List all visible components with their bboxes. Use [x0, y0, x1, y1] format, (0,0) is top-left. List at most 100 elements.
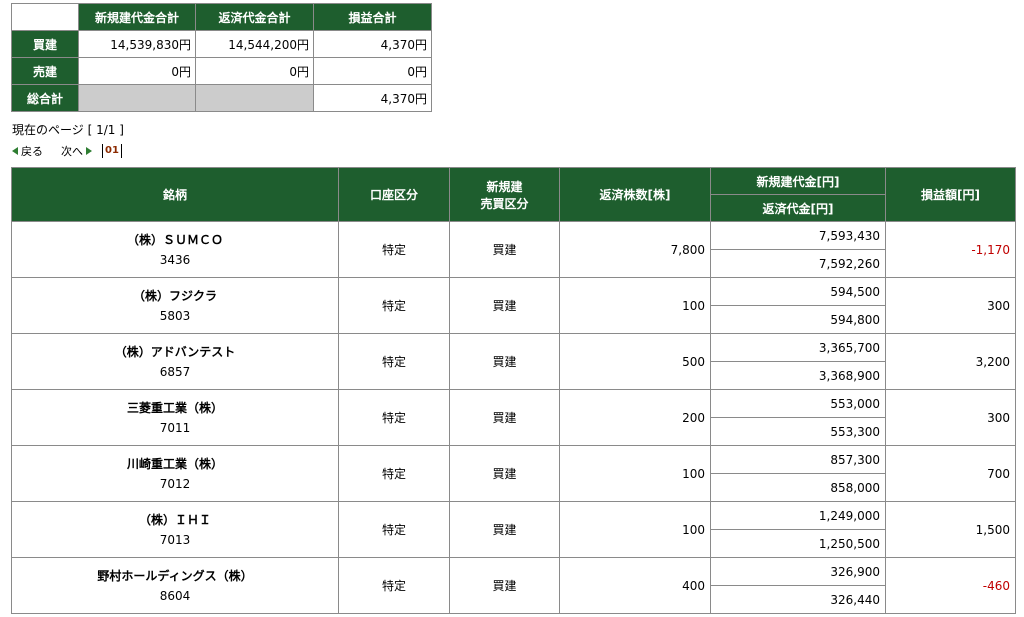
stock-code: 7011 — [159, 420, 191, 435]
table-row: （株）フジクラ 5803 特定 買建 100 594,500 300 — [11, 277, 1016, 334]
summary-new-total: 14,539,830円 — [78, 30, 196, 58]
account-type: 特定 — [338, 333, 450, 390]
profit-loss: -1,170 — [885, 221, 1016, 278]
new-amount: 553,000 — [710, 389, 886, 418]
repay-amount: 553,300 — [710, 417, 886, 446]
stock-name-cell: （株）ＳＵＭＣＯ 3436 — [11, 221, 339, 278]
repay-shares: 100 — [559, 277, 711, 334]
new-amount: 326,900 — [710, 557, 886, 586]
table-row: （株）ＩＨＩ 7013 特定 買建 100 1,249,000 1,500 — [11, 501, 1016, 558]
repay-shares: 400 — [559, 557, 711, 614]
summary-repay-total: 0円 — [195, 57, 314, 85]
trade-type: 買建 — [449, 557, 560, 614]
summary-header-repay-total: 返済代金合計 — [195, 3, 314, 31]
stock-name: （株）フジクラ — [132, 288, 217, 303]
account-type: 特定 — [338, 445, 450, 502]
summary-empty-cell — [195, 84, 314, 112]
header-account: 口座区分 — [338, 167, 450, 222]
summary-empty-cell — [78, 84, 196, 112]
header-repay-amount: 返済代金[円] — [710, 194, 886, 222]
pager: 戻る 次へ 01 — [12, 143, 122, 159]
stock-code: 7013 — [159, 532, 191, 547]
trade-type: 買建 — [449, 445, 560, 502]
profit-loss: 3,200 — [885, 333, 1016, 390]
account-type: 特定 — [338, 389, 450, 446]
back-link[interactable]: 戻る — [12, 143, 43, 159]
stock-name: 川崎重工業（株） — [126, 456, 223, 471]
trade-type: 買建 — [449, 501, 560, 558]
summary-pl-total: 0円 — [313, 57, 432, 85]
summary-new-total: 0円 — [78, 57, 196, 85]
repay-shares: 7,800 — [559, 221, 711, 278]
back-label: 戻る — [21, 145, 43, 158]
table-row: 野村ホールディングス（株） 8604 特定 買建 400 326,900 -460 — [11, 557, 1016, 614]
header-trade-type: 新規建 売買区分 — [449, 167, 560, 222]
trade-type: 買建 — [449, 333, 560, 390]
profit-loss: 1,500 — [885, 501, 1016, 558]
repay-shares: 100 — [559, 501, 711, 558]
detail-table: 銘柄 口座区分 新規建 売買区分 返済株数[株] 新規建代金[円] 損益額[円]… — [11, 167, 1016, 614]
repay-shares: 200 — [559, 389, 711, 446]
stock-name-cell: （株）アドバンテスト 6857 — [11, 333, 339, 390]
summary-pl-total: 4,370円 — [313, 30, 432, 58]
profit-loss: 300 — [885, 389, 1016, 446]
account-type: 特定 — [338, 557, 450, 614]
profit-loss: -460 — [885, 557, 1016, 614]
triangle-left-icon — [12, 147, 18, 155]
next-label: 次へ — [61, 145, 83, 158]
stock-name-cell: 川崎重工業（株） 7012 — [11, 445, 339, 502]
profit-loss: 700 — [885, 445, 1016, 502]
stock-name-cell: 三菱重工業（株） 7011 — [11, 389, 339, 446]
summary-row-label: 総合計 — [11, 84, 79, 112]
repay-amount: 594,800 — [710, 305, 886, 334]
stock-name: （株）アドバンテスト — [114, 344, 236, 359]
account-type: 特定 — [338, 277, 450, 334]
repay-amount: 326,440 — [710, 585, 886, 614]
profit-loss: 300 — [885, 277, 1016, 334]
trade-type: 買建 — [449, 221, 560, 278]
repay-amount: 3,368,900 — [710, 361, 886, 390]
stock-code: 5803 — [159, 308, 191, 323]
stock-name-cell: （株）ＩＨＩ 7013 — [11, 501, 339, 558]
header-trade-type-line1: 新規建 — [486, 179, 523, 194]
stock-name-cell: 野村ホールディングス（株） 8604 — [11, 557, 339, 614]
new-amount: 857,300 — [710, 445, 886, 474]
stock-name: 三菱重工業（株） — [126, 400, 223, 415]
table-row: 三菱重工業（株） 7011 特定 買建 200 553,000 300 — [11, 389, 1016, 446]
new-amount: 3,365,700 — [710, 333, 886, 362]
repay-shares: 100 — [559, 445, 711, 502]
table-row: （株）アドバンテスト 6857 特定 買建 500 3,365,700 3,200 — [11, 333, 1016, 390]
stock-code: 6857 — [159, 364, 191, 379]
header-trade-type-line2: 売買区分 — [480, 196, 529, 211]
page-info: 現在のページ [ 1/1 ] — [12, 123, 124, 137]
stock-code: 3436 — [159, 252, 191, 267]
summary-row-label: 売建 — [11, 57, 79, 85]
header-new-amount: 新規建代金[円] — [710, 167, 886, 195]
detail-body: （株）ＳＵＭＣＯ 3436 特定 買建 7,800 7,593,430 -1,170 7,59… — [11, 221, 1016, 614]
stock-code: 8604 — [159, 588, 191, 603]
stock-name: （株）ＩＨＩ — [138, 512, 211, 527]
summary-table: 新規建代金合計 返済代金合計 損益合計 買建 14,539,830円 14,54… — [11, 3, 432, 112]
summary-corner — [11, 3, 79, 31]
repay-amount: 7,592,260 — [710, 249, 886, 278]
stock-name: 野村ホールディングス（株） — [97, 568, 253, 583]
stock-name-cell: （株）フジクラ 5803 — [11, 277, 339, 334]
current-page[interactable]: 01 — [102, 144, 122, 158]
header-shares: 返済株数[株] — [559, 167, 711, 222]
summary-header-pl-total: 損益合計 — [313, 3, 432, 31]
stock-name: （株）ＳＵＭＣＯ — [126, 232, 223, 247]
summary-header-new-total: 新規建代金合計 — [78, 3, 196, 31]
repay-shares: 500 — [559, 333, 711, 390]
stock-code: 7012 — [159, 476, 191, 491]
account-type: 特定 — [338, 501, 450, 558]
trade-type: 買建 — [449, 389, 560, 446]
header-pl: 損益額[円] — [885, 167, 1016, 222]
new-amount: 1,249,000 — [710, 501, 886, 530]
summary-grand-pl-total: 4,370円 — [313, 84, 432, 112]
next-link[interactable]: 次へ — [61, 143, 92, 159]
repay-amount: 1,250,500 — [710, 529, 886, 558]
header-name: 銘柄 — [11, 167, 339, 222]
new-amount: 7,593,430 — [710, 221, 886, 250]
summary-repay-total: 14,544,200円 — [195, 30, 314, 58]
repay-amount: 858,000 — [710, 473, 886, 502]
